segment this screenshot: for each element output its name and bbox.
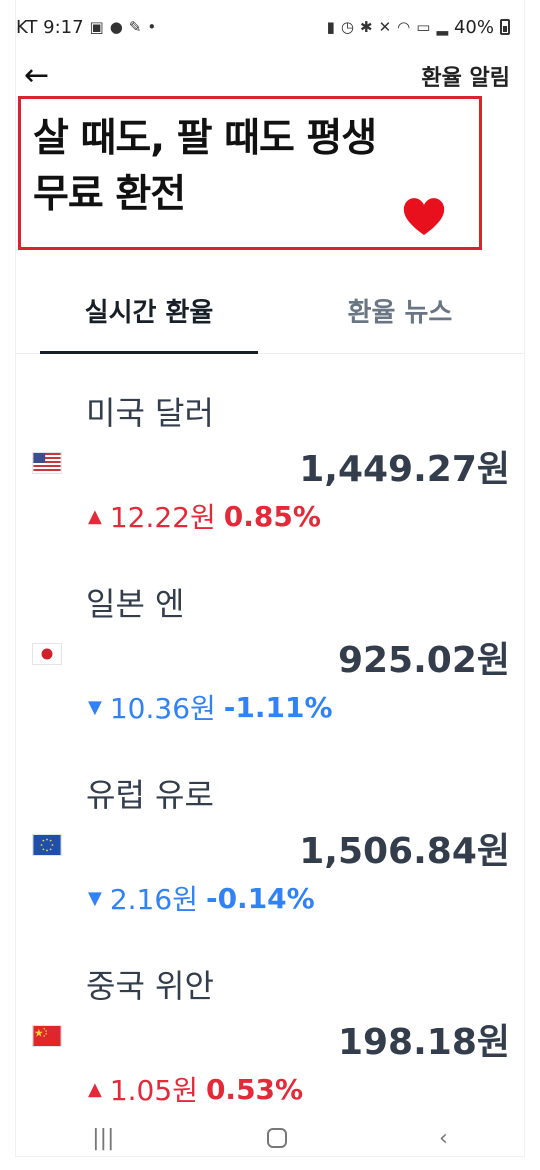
currency-name: 중국 위안	[86, 967, 214, 1005]
rate-change: ▲ 1.05원 0.53%	[88, 1069, 303, 1109]
eu-flag-icon	[32, 834, 62, 856]
down-triangle-icon: ▼	[88, 696, 102, 718]
list-item[interactable]: 중국 위안 198.18원 ▲ 1.05원 0.53%	[16, 953, 510, 1144]
exchange-rate: 925.02원	[337, 640, 510, 681]
heart-icon	[403, 198, 445, 235]
dot-icon: •	[147, 17, 157, 36]
status-bar: KT 9:17 ▣ ● ✎ • ▮ ◷ ✱ ✕ ◠ ▭ ▂ 40%	[16, 10, 510, 44]
lock-icon: ▮	[326, 17, 335, 36]
change-percent: -1.11%	[223, 690, 333, 724]
change-percent: 0.85%	[223, 499, 321, 533]
pen-icon: ✎	[128, 17, 142, 36]
rate-alert-button[interactable]: 환율 알림	[421, 60, 510, 92]
alarm-icon: ◷	[340, 17, 354, 36]
home-icon[interactable]	[266, 1128, 287, 1148]
carrier-time: KT 9:17	[16, 16, 84, 38]
change-amount: 1.05원	[109, 1074, 198, 1107]
change-percent: 0.53%	[205, 1072, 304, 1106]
tab-bar: 실시간 환율 환율 뉴스	[16, 278, 524, 354]
app-bar: ← 환율 알림	[24, 56, 510, 96]
list-item[interactable]: 유럽 유로 1,506.84원 ▼ 2.16원 -0.14%	[16, 762, 510, 953]
list-item[interactable]: 미국 달러 1,449.27원 ▲ 12.22원 0.85%	[16, 380, 510, 571]
exchange-rate: 198.18원	[337, 1022, 510, 1063]
system-nav-bar: ||| ‹	[16, 1118, 524, 1158]
list-item[interactable]: 일본 엔 925.02원 ▼ 10.36원 -1.11%	[16, 571, 510, 762]
hd-icon: ▭	[416, 17, 431, 36]
mute-icon: ✕	[378, 17, 392, 36]
currency-name: 유럽 유로	[86, 776, 214, 814]
currency-name: 미국 달러	[86, 394, 214, 432]
change-amount: 2.16원	[109, 883, 198, 916]
wifi-icon: ◠	[397, 17, 411, 36]
up-triangle-icon: ▲	[88, 1078, 102, 1100]
battery-icon	[500, 19, 510, 35]
change-amount: 12.22원	[109, 501, 216, 534]
up-triangle-icon: ▲	[88, 505, 102, 527]
rate-change: ▲ 12.22원 0.85%	[88, 496, 321, 536]
down-triangle-icon: ▼	[88, 887, 102, 909]
active-tab-indicator	[40, 351, 258, 354]
tab-exchange-news[interactable]: 환율 뉴스	[310, 292, 490, 338]
recent-apps-icon[interactable]: |||	[92, 1126, 114, 1151]
change-percent: -0.14%	[205, 881, 315, 915]
china-flag-icon	[32, 1025, 62, 1047]
rate-change: ▼ 10.36원 -1.11%	[88, 687, 333, 727]
signal-icon: ▂	[436, 17, 448, 36]
change-amount: 10.36원	[109, 692, 216, 725]
back-arrow-icon[interactable]: ←	[24, 61, 49, 91]
tab-realtime-rates[interactable]: 실시간 환율	[40, 292, 258, 338]
exchange-rate: 1,449.27원	[299, 449, 510, 490]
us-flag-icon	[32, 452, 62, 474]
exchange-rate: 1,506.84원	[299, 831, 510, 872]
japan-flag-icon	[32, 643, 62, 665]
gallery-icon: ▣	[89, 17, 104, 36]
bluetooth-icon: ✱	[360, 17, 373, 36]
battery-percent: 40%	[453, 16, 494, 38]
headline-line-1: 살 때도, 팔 때도 평생	[33, 116, 377, 161]
rate-change: ▼ 2.16원 -0.14%	[88, 878, 315, 918]
chat-icon: ●	[109, 17, 123, 36]
back-chevron-icon[interactable]: ‹	[439, 1126, 448, 1151]
currency-list: 미국 달러 1,449.27원 ▲ 12.22원 0.85% 일본 엔 925.…	[16, 380, 510, 1144]
currency-name: 일본 엔	[86, 585, 185, 623]
headline-banner: 살 때도, 팔 때도 평생 무료 환전	[18, 96, 482, 250]
